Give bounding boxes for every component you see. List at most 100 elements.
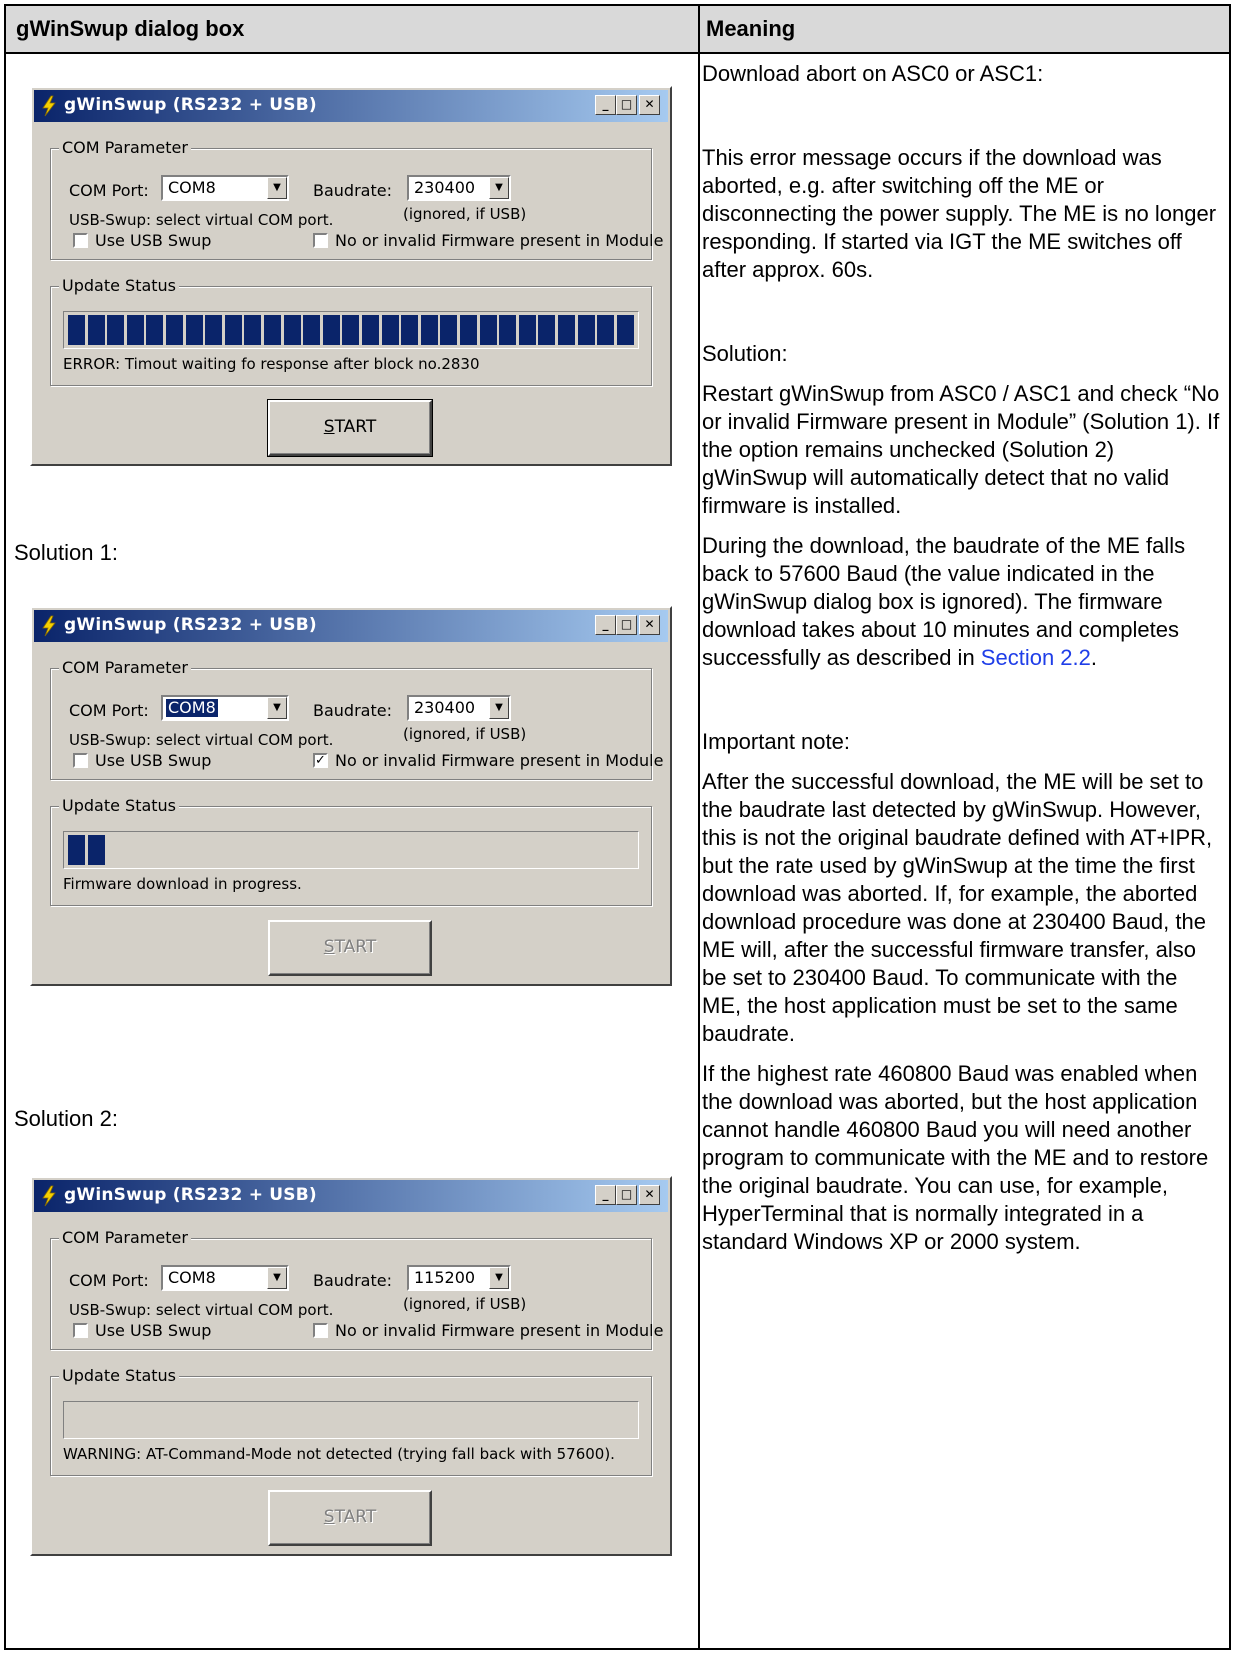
section-link[interactable]: Section 2.2 bbox=[981, 645, 1091, 670]
progress-segment bbox=[146, 315, 164, 345]
close-icon[interactable]: ✕ bbox=[639, 1185, 660, 1205]
progress-segment bbox=[499, 315, 517, 345]
com-port-value: COM8 bbox=[168, 178, 216, 197]
progress-segment bbox=[420, 315, 438, 345]
use-usb-label: Use USB Swup bbox=[95, 1321, 212, 1340]
progress-segment bbox=[362, 315, 379, 345]
com-parameter-group: COM Parameter COM Port: COM8 ▼ Baudrate:… bbox=[50, 1228, 663, 1350]
com-port-label: COM Port: bbox=[69, 1271, 149, 1290]
maximize-icon[interactable]: □ bbox=[616, 615, 637, 635]
chevron-down-icon[interactable]: ▼ bbox=[489, 177, 509, 199]
minimize-icon[interactable]: _ bbox=[595, 1185, 616, 1205]
baudrate-select[interactable]: 230400 ▼ bbox=[407, 695, 511, 721]
start-button[interactable]: START bbox=[268, 1490, 432, 1546]
col2-header: Meaning bbox=[706, 16, 796, 41]
use-usb-checkbox[interactable] bbox=[73, 1323, 88, 1338]
maximize-icon[interactable]: □ bbox=[616, 1185, 637, 1205]
progress-segment bbox=[597, 315, 615, 345]
progress-segment bbox=[68, 835, 85, 865]
ignored-hint: (ignored, if USB) bbox=[403, 725, 527, 743]
solution-1-label: Solution 1: bbox=[14, 540, 118, 565]
com-port-value: COM8 bbox=[168, 1268, 216, 1287]
no-firmware-checkbox[interactable] bbox=[313, 1323, 328, 1338]
progress-segment bbox=[558, 315, 575, 345]
update-status-label: Update Status bbox=[59, 796, 180, 815]
chevron-down-icon[interactable]: ▼ bbox=[489, 697, 509, 719]
dialog-title: gWinSwup (RS232 + USB) bbox=[64, 615, 317, 635]
title-bar[interactable]: gWinSwup (RS232 + USB) _ □ ✕ bbox=[34, 90, 668, 122]
progress-segment bbox=[538, 315, 556, 345]
start-button[interactable]: START bbox=[267, 399, 433, 457]
no-firmware-checkbox[interactable]: ✓ bbox=[313, 753, 328, 768]
title-bar[interactable]: gWinSwup (RS232 + USB) _ □ ✕ bbox=[34, 610, 668, 642]
progress-segment bbox=[166, 315, 183, 345]
column-divider bbox=[698, 6, 700, 1648]
start-button[interactable]: START bbox=[268, 920, 432, 976]
update-status-group: Update Status Firmware download in progr… bbox=[50, 796, 652, 906]
chevron-down-icon[interactable]: ▼ bbox=[267, 697, 287, 719]
progress-segment bbox=[107, 315, 125, 345]
com-parameter-label: COM Parameter bbox=[59, 1228, 191, 1247]
status-text: Firmware download in progress. bbox=[63, 875, 302, 893]
use-usb-label: Use USB Swup bbox=[95, 751, 212, 770]
ignored-hint: (ignored, if USB) bbox=[403, 205, 527, 223]
com-parameter-group: COM Parameter COM Port: COM8 ▼ Baudrate:… bbox=[50, 138, 663, 260]
baudrate-select[interactable]: 115200 ▼ bbox=[407, 1265, 511, 1291]
com-port-label: COM Port: bbox=[69, 181, 149, 200]
baudrate-value: 115200 bbox=[414, 1268, 476, 1287]
start-button-label: START bbox=[323, 1507, 377, 1527]
no-firmware-label: No or invalid Firmware present in Module bbox=[335, 1321, 664, 1340]
no-firmware-checkbox[interactable] bbox=[313, 233, 328, 248]
progress-segment bbox=[616, 315, 634, 345]
update-status-group: Update Status WARNING: AT-Command-Mode n… bbox=[50, 1366, 652, 1476]
start-button-label: START bbox=[323, 937, 377, 957]
use-usb-checkbox[interactable] bbox=[73, 753, 88, 768]
com-port-label: COM Port: bbox=[69, 701, 149, 720]
dialog-title: gWinSwup (RS232 + USB) bbox=[64, 1185, 317, 1205]
update-status-group: Update Status ERROR: Timout waiting fo r… bbox=[50, 276, 652, 386]
no-firmware-label: No or invalid Firmware present in Module bbox=[335, 751, 664, 770]
progress-segment bbox=[244, 315, 262, 345]
baudrate-value: 230400 bbox=[414, 698, 476, 717]
ignored-hint: (ignored, if USB) bbox=[403, 1295, 527, 1313]
com-parameter-group: COM Parameter COM Port: COM8 ▼ Baudrate:… bbox=[50, 658, 663, 780]
lightning-icon bbox=[42, 615, 56, 637]
minimize-icon[interactable]: _ bbox=[595, 95, 616, 115]
lightning-icon bbox=[42, 1185, 56, 1207]
close-icon[interactable]: ✕ bbox=[639, 615, 660, 635]
usb-hint: USB-Swup: select virtual COM port. bbox=[69, 1301, 334, 1319]
baudrate-select[interactable]: 230400 ▼ bbox=[407, 175, 511, 201]
close-icon[interactable]: ✕ bbox=[639, 95, 660, 115]
progress-segment bbox=[205, 315, 223, 345]
chevron-down-icon[interactable]: ▼ bbox=[267, 1267, 287, 1289]
gwinswup-dialog-error: gWinSwup (RS232 + USB) _ □ ✕ COM Paramet… bbox=[30, 86, 672, 466]
chevron-down-icon[interactable]: ▼ bbox=[267, 177, 287, 199]
progress-segment bbox=[87, 315, 105, 345]
maximize-icon[interactable]: □ bbox=[616, 95, 637, 115]
progress-segment bbox=[401, 315, 419, 345]
progress-segment bbox=[68, 315, 85, 345]
com-port-select[interactable]: COM8 ▼ bbox=[161, 1265, 289, 1291]
usb-hint: USB-Swup: select virtual COM port. bbox=[69, 731, 334, 749]
progress-bar bbox=[63, 1401, 639, 1439]
com-port-select[interactable]: COM8 ▼ bbox=[161, 175, 289, 201]
chevron-down-icon[interactable]: ▼ bbox=[489, 1267, 509, 1289]
com-parameter-label: COM Parameter bbox=[59, 138, 191, 157]
highest-rate-note: If the highest rate 460800 Baud was enab… bbox=[702, 1061, 1209, 1254]
solution-heading: Solution: bbox=[702, 341, 788, 366]
use-usb-checkbox[interactable] bbox=[73, 233, 88, 248]
baudrate-label: Baudrate: bbox=[313, 181, 392, 200]
progress-segment bbox=[440, 315, 458, 345]
com-parameter-label: COM Parameter bbox=[59, 658, 191, 677]
baudrate-value: 230400 bbox=[414, 178, 476, 197]
baudrate-label: Baudrate: bbox=[313, 701, 392, 720]
title-bar[interactable]: gWinSwup (RS232 + USB) _ □ ✕ bbox=[34, 1180, 668, 1212]
gwinswup-dialog-solution-2: gWinSwup (RS232 + USB) _ □ ✕ COM Paramet… bbox=[30, 1176, 672, 1556]
progress-segment bbox=[322, 315, 340, 345]
progress-segment bbox=[185, 315, 203, 345]
important-note-heading: Important note: bbox=[702, 729, 850, 754]
com-port-select[interactable]: COM8 ▼ bbox=[161, 695, 289, 721]
minimize-icon[interactable]: _ bbox=[595, 615, 616, 635]
progress-segment bbox=[577, 315, 595, 345]
update-status-label: Update Status bbox=[59, 1366, 180, 1385]
